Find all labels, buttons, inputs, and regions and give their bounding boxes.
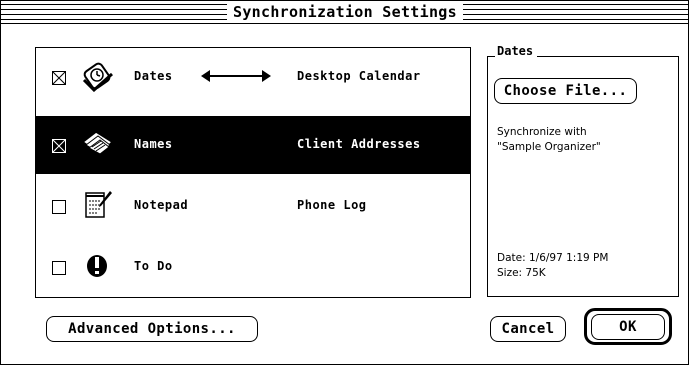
advanced-options-button[interactable]: Advanced Options... — [46, 316, 258, 342]
clock-icon — [82, 62, 113, 92]
conduit-row-dates[interactable]: Dates Desktop Calendar — [36, 48, 470, 106]
window-title: Synchronization Settings — [227, 3, 463, 21]
details-group-label: Dates — [495, 44, 538, 58]
conduit-target: Client Addresses — [297, 137, 421, 151]
notepad-icon — [85, 191, 112, 218]
conduit-target: Phone Log — [297, 198, 367, 212]
sync-line: Synchronize with — [497, 126, 587, 138]
choose-file-button[interactable]: Choose File... — [494, 78, 637, 104]
conduit-row-todo[interactable]: To Do — [36, 238, 470, 296]
conduit-row-notepad[interactable]: Notepad Phone Log — [36, 177, 470, 235]
sync-description: Synchronize with "Sample Organizer" — [497, 125, 601, 155]
conduit-label: Dates — [134, 69, 173, 83]
todo-checkbox[interactable] — [52, 261, 66, 275]
cancel-button[interactable]: Cancel — [490, 316, 566, 342]
notepad-checkbox[interactable] — [52, 200, 66, 214]
title-bar[interactable]: Synchronization Settings — [1, 1, 688, 24]
file-metadata: Date: 1/6/97 1:19 PM Size: 75K — [497, 251, 608, 281]
conduit-label: Notepad — [134, 198, 189, 212]
sync-source: "Sample Organizer" — [497, 141, 601, 153]
names-checkbox[interactable] — [52, 139, 66, 153]
conduit-list[interactable]: Dates Desktop Calendar Names Client Addr… — [35, 47, 471, 298]
conduit-row-names[interactable]: Names Client Addresses — [36, 116, 470, 174]
ok-button[interactable]: OK — [591, 314, 665, 340]
dates-checkbox[interactable] — [52, 71, 66, 85]
conduit-label: Names — [134, 137, 173, 151]
file-size: Size: 75K — [497, 267, 546, 279]
conduit-target: Desktop Calendar — [297, 69, 421, 83]
file-date: Date: 1/6/97 1:19 PM — [497, 252, 609, 264]
conduit-label: To Do — [134, 259, 173, 273]
rolodex-icon — [81, 131, 114, 155]
exclamation-icon — [87, 255, 107, 277]
two-way-arrow-icon — [201, 70, 271, 82]
